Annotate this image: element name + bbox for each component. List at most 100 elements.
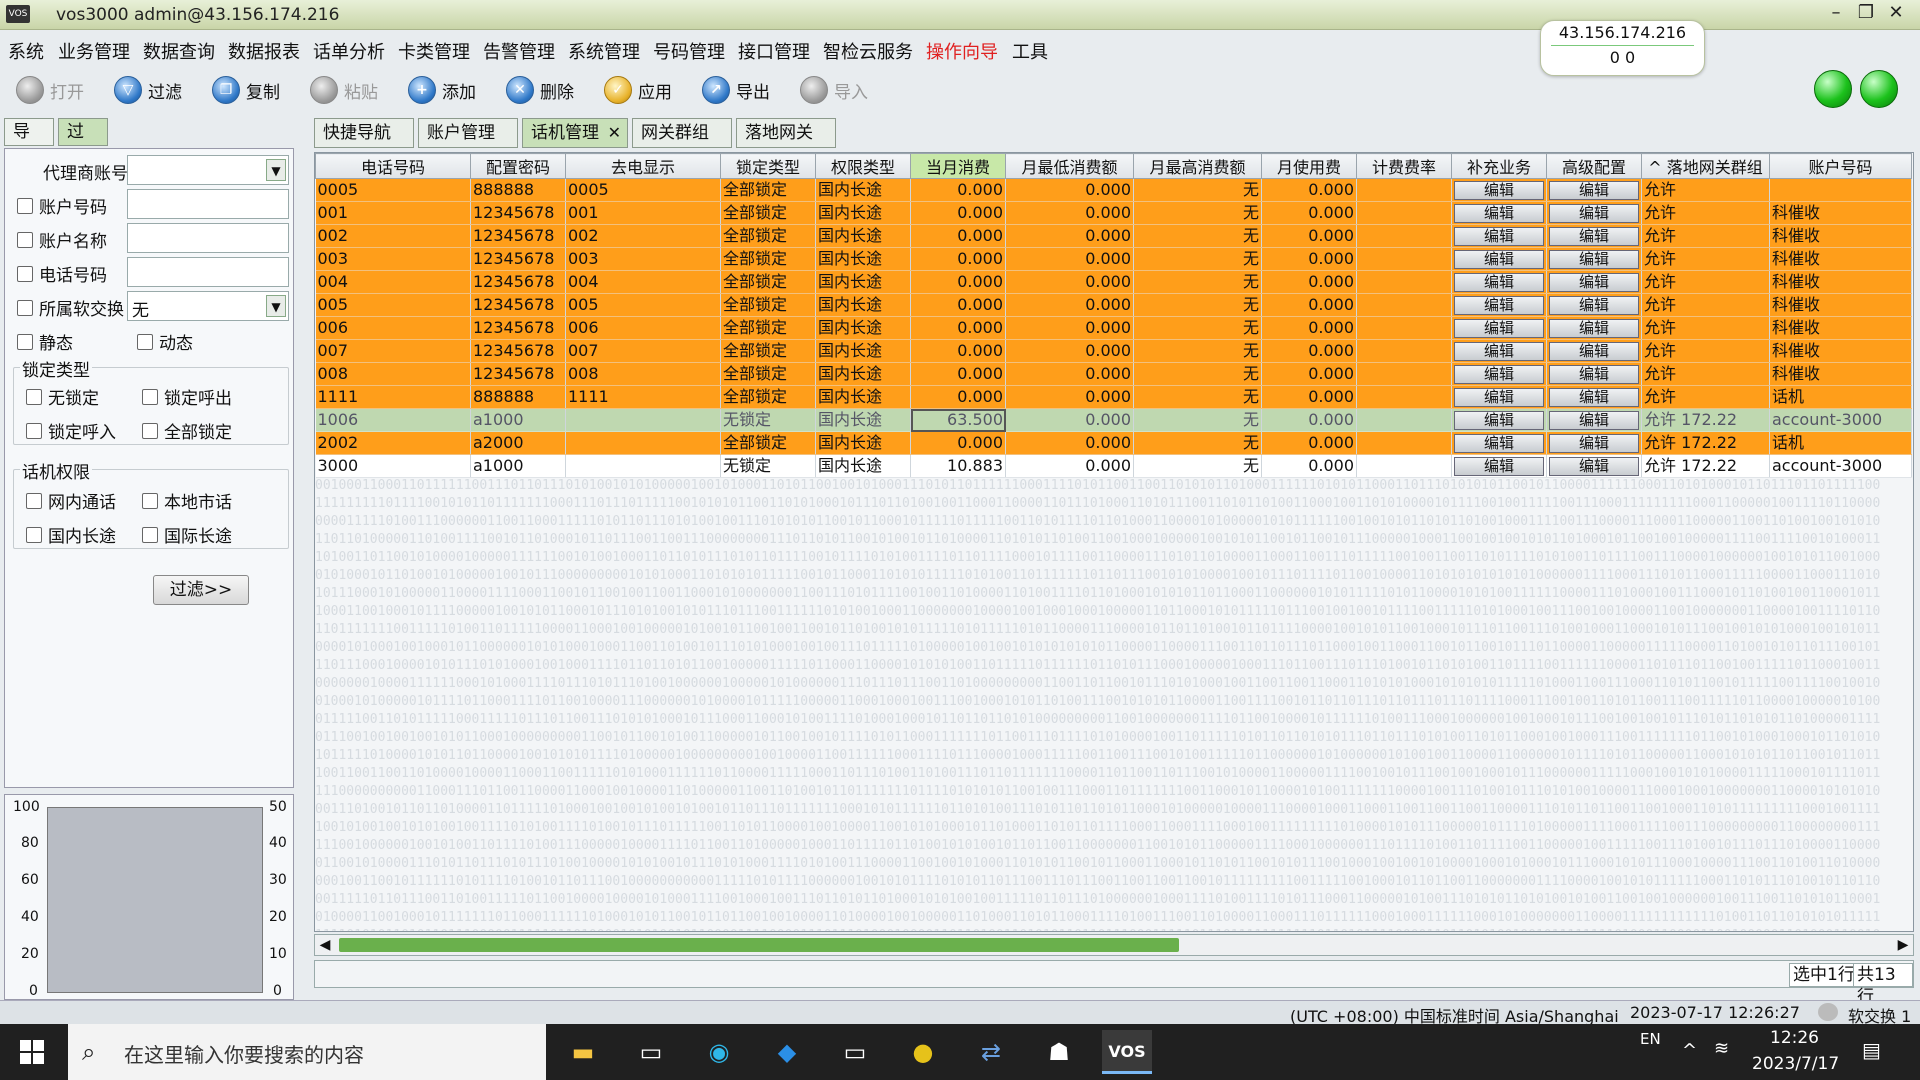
supplementary-edit-button[interactable]: 编辑 (1454, 203, 1544, 223)
table-cell[interactable]: 0.000 (910, 385, 1006, 409)
table-cell[interactable]: 0.000 (1261, 224, 1357, 248)
static-checkbox[interactable] (17, 333, 33, 350)
supplementary-edit-button[interactable]: 编辑 (1454, 318, 1544, 338)
table-row[interactable]: 006 12345678 006 全部锁定 国内长途 0.000 0.000 无 0.000 编辑… (315, 316, 1912, 340)
table-cell[interactable]: 0.000 (1261, 270, 1357, 294)
table-cell[interactable]: a2000 (470, 431, 566, 455)
table-cell[interactable]: 无 (1133, 454, 1262, 478)
table-cell[interactable]: 国内长途 (815, 316, 911, 340)
menu-wizard[interactable]: 操作向导 (926, 38, 998, 64)
advanced-edit-button[interactable]: 编辑 (1549, 180, 1639, 200)
table-cell[interactable] (1356, 385, 1452, 409)
table-cell[interactable]: a1000 (470, 454, 566, 478)
table-cell[interactable]: 无 (1133, 385, 1262, 409)
table-cell[interactable]: 0.000 (1005, 178, 1134, 202)
export-button[interactable]: ↗ 导出 (702, 74, 770, 106)
table-row[interactable]: 004 12345678 004 全部锁定 国内长途 0.000 0.000 无 0.000 编辑… (315, 270, 1912, 294)
table-cell[interactable]: 编辑 (1546, 362, 1642, 386)
table-cell[interactable]: 全部锁定 (720, 362, 816, 386)
table-cell[interactable] (1356, 316, 1452, 340)
windows-start-icon[interactable] (20, 1040, 44, 1064)
scroll-left-icon[interactable]: ◀ (315, 935, 335, 955)
table-cell[interactable]: 888888 (470, 385, 566, 409)
tab-filter[interactable]: 过滤 (58, 118, 108, 168)
supplementary-edit-button[interactable]: 编辑 (1454, 364, 1544, 384)
table-cell[interactable]: 008 (315, 362, 471, 386)
softswitch-checkbox[interactable] (17, 299, 33, 316)
table-cell[interactable]: 全部锁定 (720, 385, 816, 409)
table-cell[interactable]: 编辑 (1546, 201, 1642, 225)
table-cell[interactable]: 0.000 (1005, 293, 1134, 317)
table-cell[interactable]: 003 (565, 247, 721, 271)
menu-system-manage[interactable]: 系统管理 (568, 38, 640, 64)
table-cell[interactable]: 允许 (1641, 293, 1770, 317)
menu-alarm[interactable]: 告警管理 (483, 38, 555, 64)
table-cell[interactable]: 科催收 (1769, 201, 1912, 225)
advanced-edit-button[interactable]: 编辑 (1549, 456, 1639, 476)
clock-time[interactable]: 12:26 (1770, 1028, 1819, 1048)
table-cell[interactable]: 0.000 (910, 270, 1006, 294)
table-cell[interactable] (565, 431, 721, 455)
lock-none-checkbox[interactable] (26, 388, 42, 405)
advanced-edit-button[interactable]: 编辑 (1549, 341, 1639, 361)
table-cell[interactable]: 国内长途 (815, 408, 911, 432)
table-cell[interactable]: 无 (1133, 316, 1262, 340)
table-cell[interactable]: 编辑 (1546, 316, 1642, 340)
open-button[interactable]: 打开 (16, 74, 84, 106)
menu-tools[interactable]: 工具 (1012, 38, 1048, 64)
table-cell[interactable]: 0.000 (910, 293, 1006, 317)
table-cell[interactable]: 0.000 (1005, 247, 1134, 271)
table-cell[interactable]: 允许 (1641, 316, 1770, 340)
table-cell[interactable]: 允许 (1641, 224, 1770, 248)
menu-business[interactable]: 业务管理 (58, 38, 130, 64)
lock-all-checkbox[interactable] (142, 422, 158, 439)
column-header[interactable]: 当月消费 (910, 153, 1006, 179)
table-cell[interactable]: 12345678 (470, 270, 566, 294)
table-cell[interactable]: 0.000 (1005, 316, 1134, 340)
lock-in-checkbox[interactable] (26, 422, 42, 439)
table-row[interactable]: 3000 a1000 无锁定 国内长途 10.883 0.000 无 0.000 编辑 编辑 允许 … (315, 454, 1912, 478)
table-cell[interactable]: 12345678 (470, 362, 566, 386)
table-cell[interactable]: 编辑 (1451, 247, 1547, 271)
column-header[interactable]: 锁定类型 (720, 153, 816, 179)
table-cell[interactable]: 编辑 (1451, 339, 1547, 363)
column-header[interactable]: 补充业务 (1451, 153, 1547, 179)
advanced-edit-button[interactable]: 编辑 (1549, 272, 1639, 292)
table-cell[interactable]: 允许 172.22 (1641, 454, 1770, 478)
dynamic-checkbox[interactable] (137, 333, 153, 350)
menu-data-report[interactable]: 数据报表 (228, 38, 300, 64)
table-cell[interactable]: 编辑 (1451, 385, 1547, 409)
notification-icon[interactable]: ▤ (1862, 1038, 1881, 1062)
column-header[interactable]: 计费费率 (1356, 153, 1452, 179)
table-cell[interactable]: 编辑 (1546, 293, 1642, 317)
phone-no-checkbox[interactable] (17, 265, 33, 282)
table-cell[interactable]: a1000 (470, 408, 566, 432)
table-cell[interactable]: 无 (1133, 247, 1262, 271)
column-header[interactable]: 权限类型 (815, 153, 911, 179)
table-cell[interactable]: account-3000 (1769, 454, 1912, 478)
table-cell[interactable]: 0.000 (910, 339, 1006, 363)
terminal-icon[interactable]: ▭ (626, 1030, 676, 1074)
table-row[interactable]: 005 12345678 005 全部锁定 国内长途 0.000 0.000 无 0.000 编辑… (315, 293, 1912, 317)
account-name-checkbox[interactable] (17, 231, 33, 248)
tab-landing-gateway[interactable]: 落地网关 (736, 118, 836, 148)
table-cell[interactable]: 0.000 (1005, 270, 1134, 294)
table-cell[interactable]: 全部锁定 (720, 178, 816, 202)
table-cell[interactable]: 编辑 (1451, 431, 1547, 455)
column-header[interactable]: 去电显示 (565, 153, 721, 179)
table-row[interactable]: 003 12345678 003 全部锁定 国内长途 0.000 0.000 无 0.000 编辑… (315, 247, 1912, 271)
table-cell[interactable]: 005 (315, 293, 471, 317)
language-indicator[interactable]: EN (1640, 1030, 1661, 1048)
table-cell[interactable]: 话机 (1769, 431, 1912, 455)
table-cell[interactable]: 允许 (1641, 247, 1770, 271)
table-cell[interactable]: 0.000 (1005, 362, 1134, 386)
table-cell[interactable]: 编辑 (1451, 178, 1547, 202)
table-cell[interactable]: 0.000 (1261, 339, 1357, 363)
table-row[interactable]: 0005 888888 0005 全部锁定 国内长途 0.000 0.000 无 0.000 编辑… (315, 178, 1912, 202)
table-cell[interactable]: 007 (315, 339, 471, 363)
table-cell[interactable]: 允许 (1641, 270, 1770, 294)
vos-taskbar-app[interactable]: VOS (1102, 1030, 1152, 1074)
table-cell[interactable]: 无 (1133, 431, 1262, 455)
table-cell[interactable] (1356, 201, 1452, 225)
table-cell[interactable]: 0.000 (1005, 454, 1134, 478)
